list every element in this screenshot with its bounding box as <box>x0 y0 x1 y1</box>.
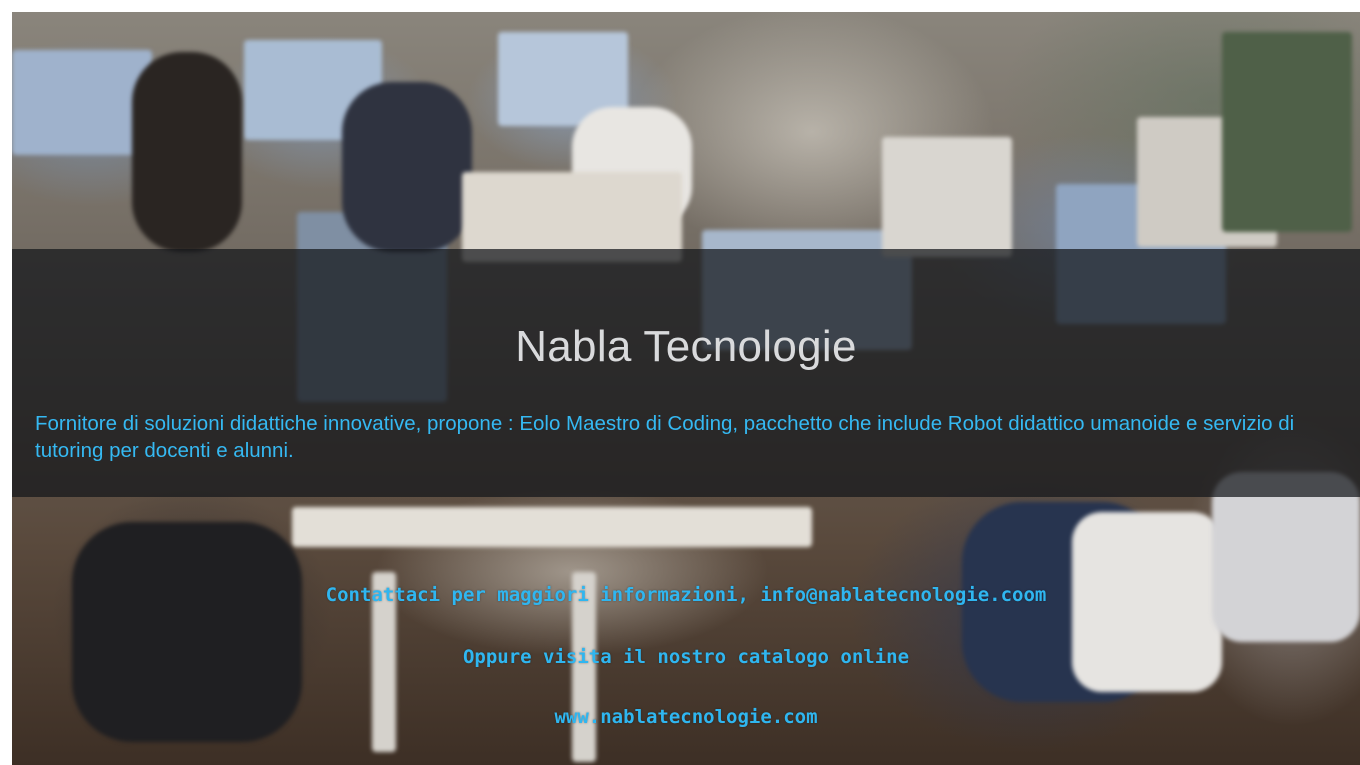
description-text: Fornitore di soluzioni didattiche innova… <box>35 412 1295 462</box>
contact-line[interactable]: Contattaci per maggiori informazioni, in… <box>12 584 1360 606</box>
catalog-line: Oppure visita il nostro catalogo online <box>462 646 910 668</box>
page-title: Nabla Tecnologie <box>515 322 857 371</box>
website-link[interactable]: www.nablatecnologie.com <box>12 706 1360 728</box>
slide: Nabla Tecnologie Fornitore di soluzioni … <box>12 12 1360 765</box>
